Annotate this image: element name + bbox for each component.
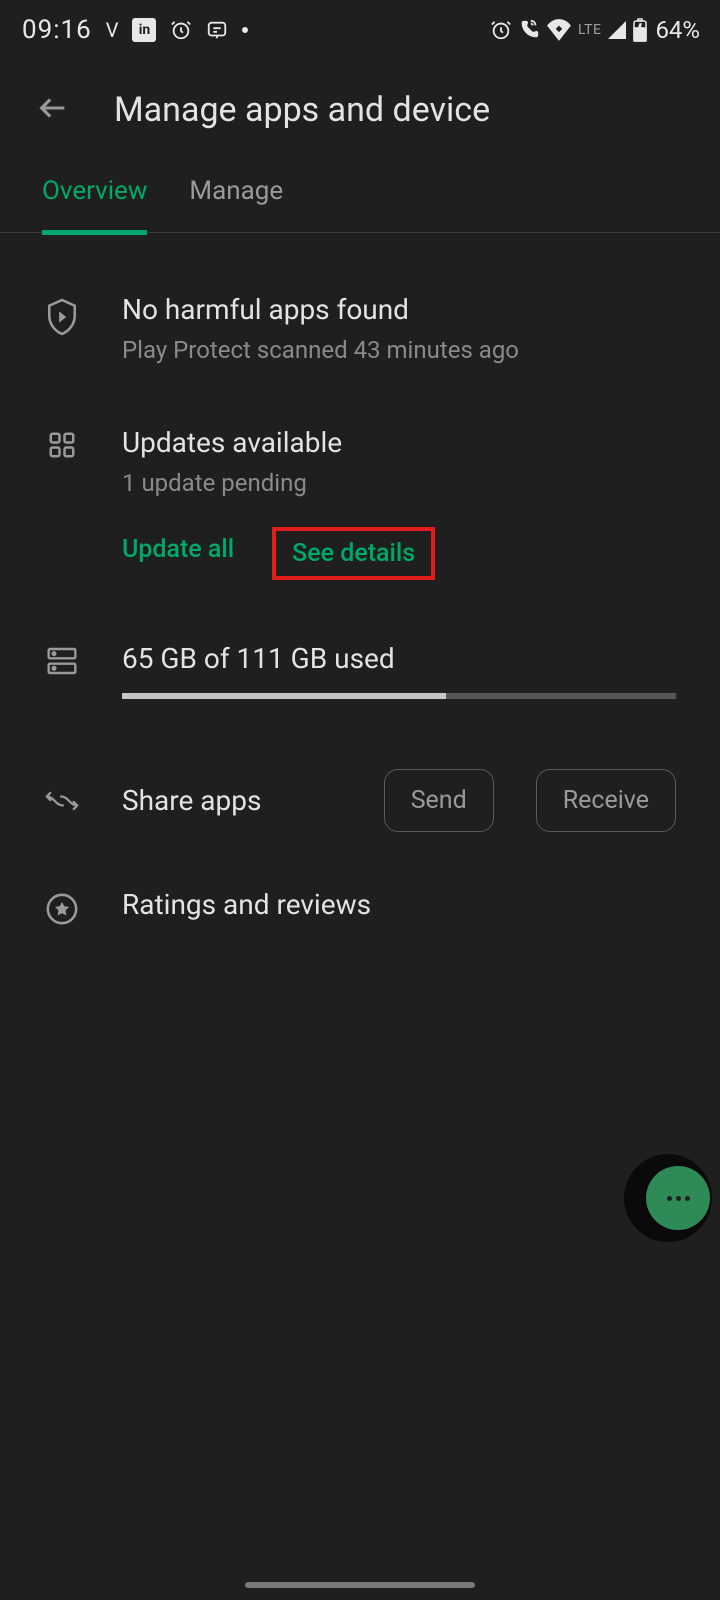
lte-indicator: LTE [578,22,601,38]
storage-progress-fill [122,693,446,699]
tab-overview[interactable]: Overview [42,176,147,235]
fab-dot-icon [685,1196,690,1201]
shield-icon [44,297,80,337]
receive-button[interactable]: Receive [536,769,676,832]
status-right: LTE 64% [490,16,700,44]
message-icon [206,19,228,41]
back-arrow-icon[interactable] [36,91,70,129]
more-notifications-icon [242,27,248,33]
fab-dot-icon [676,1196,681,1201]
fab-dot-icon [667,1196,672,1201]
app-bar: Manage apps and device [0,60,720,158]
updates-title: Updates available [122,426,676,459]
alarm-icon [490,19,512,41]
update-all-button[interactable]: Update all [122,527,250,580]
see-details-button[interactable]: See details [272,527,435,580]
play-protect-title: No harmful apps found [122,293,676,326]
fab-more-button[interactable] [646,1166,710,1230]
wifi-calling-icon [518,19,540,41]
storage-label: 65 GB of 111 GB used [122,642,676,675]
signal-icon [607,20,627,40]
status-time: 09:16 [22,15,92,45]
navigation-handle[interactable] [245,1582,475,1588]
status-bar: 09:16 V in LTE 64% [0,0,720,60]
battery-icon [633,18,647,42]
storage-progress-bar [122,693,676,699]
linkedin-icon: in [132,18,156,42]
play-protect-subtitle: Play Protect scanned 43 minutes ago [122,336,676,364]
updates-subtitle: 1 update pending [122,469,676,497]
wifi-icon [546,19,572,41]
tab-manage[interactable]: Manage [189,176,283,232]
storage-row[interactable]: 65 GB of 111 GB used [44,642,676,699]
storage-icon [44,646,80,676]
send-button[interactable]: Send [384,769,494,832]
updates-actions: Update all See details [122,527,676,580]
ratings-reviews-row[interactable]: Ratings and reviews [44,888,676,931]
updates-row: Updates available 1 update pending Updat… [44,426,676,580]
share-apps-label: Share apps [122,784,342,817]
share-icon [44,788,80,814]
status-v-indicator: V [106,18,119,42]
content-area: No harmful apps found Play Protect scann… [0,233,720,931]
share-apps-row: Share apps Send Receive [44,769,676,832]
status-left: 09:16 V in [22,15,248,45]
alarm-icon [170,19,192,41]
apps-grid-icon [44,430,80,460]
ratings-reviews-label: Ratings and reviews [122,888,676,921]
tab-bar: Overview Manage [0,158,720,233]
page-title: Manage apps and device [114,90,490,130]
star-badge-icon [44,892,80,926]
play-protect-row[interactable]: No harmful apps found Play Protect scann… [44,293,676,364]
battery-percentage: 64% [655,16,700,44]
